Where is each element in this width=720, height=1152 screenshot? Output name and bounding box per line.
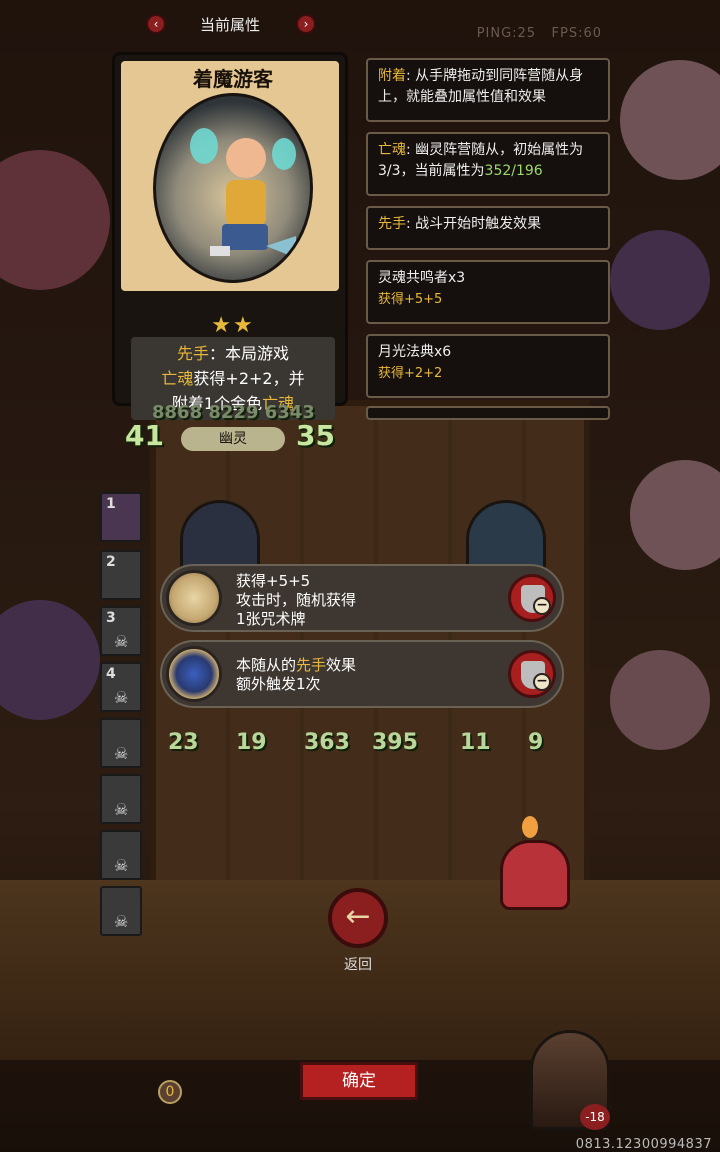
keyword-panel-spirit: 亡魂: 幽灵阵营随从，初始属性为3/3，当前属性为352/196	[366, 132, 610, 196]
board-minion-attack: 23	[168, 730, 199, 755]
slot-number: 4	[106, 666, 116, 682]
hand-slot-2[interactable]: 2	[100, 550, 142, 600]
board-minion-portrait	[466, 500, 546, 570]
effect-row-2: 本随从的先手效果 额外触发1次 −	[160, 640, 564, 708]
skull-icon: ☠	[114, 800, 129, 819]
effect-line: 额外触发1次	[236, 675, 321, 693]
attack-stat: 41	[125, 419, 164, 452]
chevron-right-icon: ›	[303, 17, 309, 31]
ping-readout: PING:25 FPS:60	[477, 26, 602, 41]
skull-icon: ☠	[114, 688, 129, 707]
hand-slot-5[interactable]: ☠	[100, 718, 142, 768]
remove-effect-button[interactable]: −	[508, 574, 556, 622]
effect-icon-orb	[166, 646, 222, 702]
card-portrait	[153, 93, 313, 283]
skull-icon: ☠	[114, 912, 129, 931]
minus-icon: −	[533, 673, 551, 691]
slot-number: 1	[106, 496, 116, 512]
remove-effect-button[interactable]: −	[508, 650, 556, 698]
board-minion-portrait	[180, 500, 260, 570]
panel-title: 灵魂共鸣者x3	[378, 270, 466, 286]
effect-text: 本随从的先手效果 额外触发1次	[236, 656, 356, 694]
panel-keyword: 亡魂	[378, 142, 406, 158]
fps-text: FPS:60	[551, 26, 602, 41]
hand-slot-7[interactable]: ☠	[100, 830, 142, 880]
effect-line: 获得+5+5	[236, 572, 311, 590]
skull-icon: ☠	[114, 632, 129, 651]
tribe-badge: 幽灵	[181, 427, 285, 451]
candle-minion	[500, 840, 570, 910]
hand-slot-8[interactable]: ☠	[100, 886, 142, 936]
star-rating: ★★	[211, 313, 255, 338]
effect-row-1: 获得+5+5 攻击时，随机获得 1张咒术牌 −	[160, 564, 564, 632]
keyword-panel-first-strike: 先手: 战斗开始时触发效果	[366, 206, 610, 250]
keyword-first-strike: 先手	[296, 656, 327, 674]
panel-title: 月光法典x6	[378, 344, 452, 360]
buff-panel-moonlight-codex: 月光法典x6 获得+2+2	[366, 334, 610, 398]
minion-card: 着魔游客 ★★ 先手：本局游戏 亡魂获得+2+2，并 附着1个金色亡魂 41 幽…	[112, 52, 348, 452]
back-label: 返回	[344, 957, 372, 973]
current-stats-value: 352/196	[484, 163, 543, 179]
panel-text: : 幽灵阵营随从，初始属性为3/3，当前属性为	[378, 142, 584, 179]
panel-sub: 获得+2+2	[378, 366, 443, 381]
slot-number: 2	[106, 554, 116, 570]
confirm-button[interactable]: 确定	[300, 1062, 418, 1100]
board-minion-attack: 363	[304, 730, 350, 755]
panel-keyword: 附着	[378, 68, 406, 84]
board-minion-health: 9	[528, 730, 544, 755]
effect-text: 获得+5+5 攻击时，随机获得 1张咒术牌	[236, 572, 356, 629]
health-stat: 35	[296, 419, 335, 452]
chevron-left-icon: ‹	[153, 17, 159, 31]
hand-slot-1[interactable]: 1	[100, 492, 142, 542]
skull-icon: ☠	[114, 744, 129, 763]
panel-keyword: 先手	[378, 216, 406, 232]
page-title: 当前属性	[199, 16, 260, 34]
slot-number: 3	[106, 610, 116, 626]
device-id: 0813.12300994837	[575, 1137, 712, 1152]
board-minion-health: 395	[372, 730, 418, 755]
skull-icon: ☠	[114, 856, 129, 875]
panel-text: : 战斗开始时触发效果	[406, 216, 542, 232]
effect-line: 本随从的	[236, 656, 297, 674]
effect-line: 效果	[326, 656, 357, 674]
back-button[interactable]: ←	[328, 888, 388, 948]
effect-line: 攻击时，随机获得	[236, 591, 357, 609]
card-name: 着魔游客	[193, 67, 273, 91]
effect-line: 1张咒术牌	[236, 610, 306, 628]
keyword-panel-attach: 附着: 从手牌拖动到同阵营随从身上，就能叠加属性值和效果	[366, 58, 610, 122]
keyword-first-strike: 先手	[176, 344, 209, 363]
desc-text: 获得+2+2，并	[193, 369, 305, 388]
hero-health: -18	[580, 1104, 610, 1130]
panel-text: : 从手牌拖动到同阵营随从身上，就能叠加属性值和效果	[378, 68, 584, 105]
tourist-illustration	[190, 128, 296, 258]
desc-text: ：本局游戏	[209, 344, 290, 363]
gold-counter: 0	[158, 1080, 182, 1104]
board-minion-health: 19	[236, 730, 267, 755]
hand-slot-3[interactable]: 3 ☠	[100, 606, 142, 656]
arrow-left-icon: ←	[345, 899, 371, 934]
effect-icon-spell	[166, 570, 222, 626]
board-minion-attack: 11	[460, 730, 491, 755]
panel-sub: 获得+5+5	[378, 292, 443, 307]
hand-slot-4[interactable]: 4 ☠	[100, 662, 142, 712]
hand-slot-6[interactable]: ☠	[100, 774, 142, 824]
next-button[interactable]: ›	[296, 14, 316, 34]
buff-panel-soul-resonator: 灵魂共鸣者x3 获得+5+5	[366, 260, 610, 324]
prev-button[interactable]: ‹	[146, 14, 166, 34]
minus-icon: −	[533, 597, 551, 615]
flame-icon	[522, 816, 538, 838]
board-top-stats: 8868 8229 6343	[152, 402, 315, 423]
panel-overflow-edge	[366, 406, 610, 420]
ping-text: PING:25	[476, 26, 537, 41]
keyword-spirit: 亡魂	[161, 369, 194, 388]
